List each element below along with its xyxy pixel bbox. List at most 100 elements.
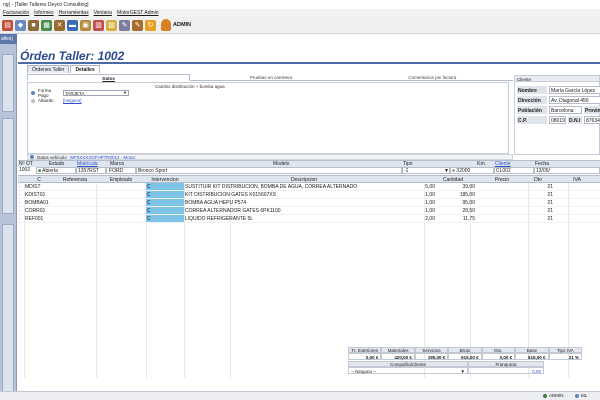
box-icon[interactable]: ▣	[80, 19, 91, 31]
row-iva: 21	[547, 184, 553, 190]
document-icon[interactable]: ▧	[106, 19, 117, 31]
franquicia-field[interactable]: 0,00	[468, 367, 544, 374]
tab-detalles[interactable]: Detalles	[70, 65, 100, 73]
menu-motorgest-admin[interactable]: MotorGEST Admin	[117, 10, 159, 17]
print-icon[interactable]: ▦	[41, 19, 52, 31]
left-panel-tab[interactable]: alles)	[0, 34, 17, 44]
main-content: Órden Taller: 1002 Órdenes Taller Detall…	[18, 34, 600, 400]
vehiculo-link[interactable]: WF0XXXXGFHP7R0012 - Motor:	[70, 155, 137, 160]
row-emp	[96, 207, 146, 214]
subtab-datos[interactable]: Datos	[27, 74, 191, 81]
vehicle-icon[interactable]: ■	[28, 19, 39, 31]
menu-informes[interactable]: Informes	[34, 10, 53, 17]
table-row[interactable]: · BOMBA01 C BOMBA AGUA HEPU P574 1,00 95…	[18, 199, 600, 207]
table-row[interactable]: · REF001 C LIQUIDO REFRIGERANTE 5L 2,00 …	[18, 215, 600, 223]
col-header-descripcion: Descripcion	[290, 177, 318, 183]
tot-value-dto: 0,00 €	[481, 353, 516, 360]
albaran-label: Albarán	[38, 98, 54, 103]
user-menu[interactable]: ADMIN	[161, 19, 191, 31]
poblacion-field[interactable]: Barcelona	[549, 106, 582, 114]
left-panel-section	[2, 224, 14, 394]
estado-select[interactable]: ■ Abierta	[36, 167, 76, 174]
table-row[interactable]: · CORR01 C CORREA ALTERNADOR GATES 6PK11…	[18, 207, 600, 215]
direccion-field[interactable]: Av. Diagonal 456	[549, 96, 600, 104]
fecha-field[interactable]: 13/05/	[534, 167, 600, 174]
col-header-iva: IVA	[573, 177, 581, 183]
cliente-header: Cliente	[515, 76, 599, 82]
menu-bar: Facturación Informes Herramientas Ventan…	[0, 9, 600, 17]
matricula-field[interactable]: 1357RST	[76, 167, 106, 174]
agenda-icon[interactable]: ▤	[2, 19, 13, 31]
cp-field[interactable]: 08019	[549, 116, 566, 124]
row-dto	[476, 199, 508, 206]
row-precio: 185,00	[459, 192, 475, 198]
subtabs: Datos Pruebas en carretera Comentarios p…	[27, 74, 513, 81]
col-header-c: C	[37, 177, 41, 183]
company-select[interactable]: -- Ninguno -- ▼	[348, 367, 468, 374]
forma-pago-row: Forma Pago TARJETA ▼	[31, 88, 129, 98]
ot-number: 1002	[19, 167, 31, 173]
edit2-icon[interactable]: ✎	[132, 19, 143, 31]
car-icon[interactable]: ◆	[15, 19, 26, 31]
albaran-link[interactable]: [ninguno]	[63, 98, 82, 103]
row-ref: REF001	[25, 216, 44, 222]
col-header-dto: Dto	[534, 177, 542, 183]
menu-facturacion[interactable]: Facturación	[3, 10, 29, 17]
km-field[interactable]: ● 32000	[450, 167, 494, 174]
estado-value: Abierta	[42, 168, 58, 174]
status-bar: ADMIN ML	[0, 391, 600, 400]
col-header-empleado: Empleado	[109, 177, 133, 183]
tot-value-tipo-iva: 21 %	[548, 353, 582, 360]
calendar-icon[interactable]: ▥	[93, 19, 104, 31]
truck-icon[interactable]: ▬	[67, 19, 78, 31]
cliente-code-field[interactable]: CL002	[494, 167, 534, 174]
row-ref: KDIST01	[25, 192, 46, 198]
refresh-icon[interactable]: ↻	[145, 19, 156, 31]
row-int: C	[146, 207, 184, 214]
row-dto	[476, 191, 508, 198]
row-emp	[96, 199, 146, 206]
row-int: C	[146, 199, 184, 206]
ot-row: 1002 ■ Abierta 1357RST FORD Bronco Sport…	[18, 167, 600, 174]
dni-field[interactable]: 87634321	[584, 116, 600, 124]
left-panel-section	[2, 118, 14, 214]
user-icon	[161, 19, 171, 31]
left-panel-section	[2, 54, 14, 112]
km-icon: ●	[452, 168, 456, 174]
cp-label: C.P.	[517, 116, 547, 124]
tipo-select[interactable]: -1 ▼	[402, 167, 450, 174]
cliente-panel: Cliente Nombre María García López Direcc…	[514, 75, 600, 155]
km-value: 32000	[456, 168, 471, 174]
row-cant: 1,00	[425, 208, 435, 214]
ot-header: Nº OT Estado Matrícula Marca Modelo Tipo…	[18, 160, 600, 167]
subtab-comentarios[interactable]: Comentarios pie factura	[351, 74, 513, 81]
row-ref: CORR01	[25, 208, 46, 214]
row-desc: KIT DISTRIBUCION GATES K015607XS	[185, 192, 276, 198]
status-user-label: ADMIN	[549, 393, 564, 398]
col-header-referencia: Referencia	[62, 177, 88, 183]
marca-field[interactable]: FORD	[106, 167, 136, 174]
company-value: -- Ninguno --	[351, 369, 377, 374]
nombre-field[interactable]: María García López	[549, 86, 600, 94]
forma-pago-select[interactable]: TARJETA ▼	[63, 90, 129, 96]
row-dto	[476, 207, 508, 214]
tot-value-servicios: 195,00 €	[414, 353, 449, 360]
subtab-pruebas-carretera[interactable]: Pruebas en carretera	[190, 74, 352, 81]
direccion-label: Dirección	[517, 96, 547, 104]
menu-herramientas[interactable]: Herramientas	[59, 10, 89, 17]
row-int: C	[146, 191, 184, 198]
edit-icon[interactable]: ✎	[119, 19, 130, 31]
tools-icon[interactable]: ✕	[54, 19, 65, 31]
tab-ordenes-taller[interactable]: Órdenes Taller	[27, 65, 70, 73]
table-row[interactable]: · KDIST01 C KIT DISTRIBUCION GATES K0156…	[18, 191, 600, 199]
bullet-icon	[31, 91, 35, 95]
notes-field[interactable]: Cambio distribución + bomba agua	[155, 84, 505, 142]
tabs: Órdenes Taller Detalles	[27, 65, 100, 73]
col-header-intervencion: Intervencion	[151, 177, 179, 183]
row-cant: 5,00	[425, 184, 435, 190]
table-row[interactable]: · MDIST C SUSTITUIR KIT DISTRIBUCION, BO…	[18, 183, 600, 191]
forma-pago-value: TARJETA	[65, 91, 85, 96]
modelo-field[interactable]: Bronco Sport	[136, 167, 402, 174]
menu-ventana[interactable]: Ventana	[94, 10, 112, 17]
row-cant: 2,00	[425, 216, 435, 222]
